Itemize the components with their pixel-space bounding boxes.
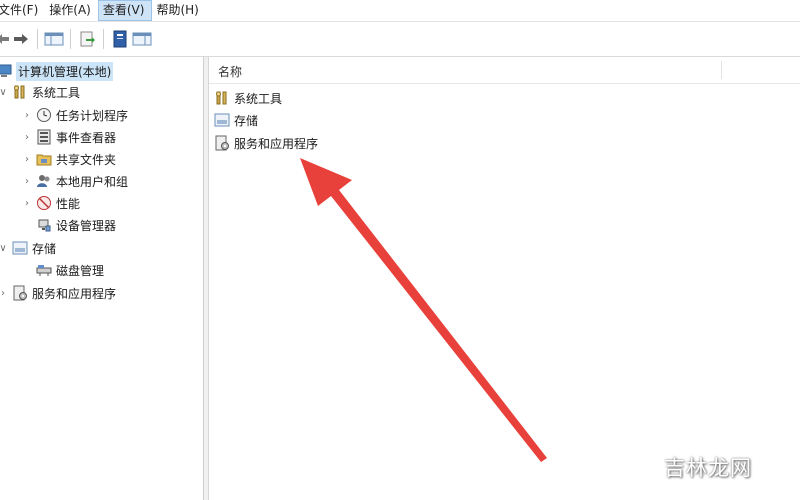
- toolbar: [0, 22, 800, 57]
- tools-icon: [12, 84, 28, 100]
- tree-item-label: 共享文件夹: [56, 152, 117, 167]
- tree-item-system-tools[interactable]: ∨ 系统工具: [0, 82, 80, 102]
- list-item-label: 服务和应用程序: [234, 136, 319, 151]
- tree-item-label: 任务计划程序: [56, 108, 129, 123]
- details-pane: 名称 系统工具 存储 服务和应用程序: [209, 57, 800, 500]
- users-icon: [36, 173, 52, 189]
- toolbar-separator: [37, 29, 38, 49]
- chevron-right-icon[interactable]: ›: [0, 288, 8, 299]
- tree-item-label: 计算机管理(本地): [16, 61, 114, 81]
- shared-folder-icon: [36, 151, 52, 167]
- storage-icon: [12, 240, 28, 256]
- tree-item-label: 性能: [56, 196, 81, 211]
- performance-icon: [36, 195, 52, 211]
- help-icon[interactable]: [109, 28, 131, 50]
- tree-item-disk-management[interactable]: 磁盘管理: [36, 260, 104, 280]
- storage-icon: [214, 112, 230, 128]
- event-log-icon: [36, 129, 52, 145]
- show-hide-action-pane-icon[interactable]: [131, 28, 153, 50]
- menu-action[interactable]: 操作(A): [45, 0, 98, 21]
- list-item-label: 系统工具: [234, 91, 283, 106]
- list-item-services-applications[interactable]: 服务和应用程序: [214, 133, 318, 153]
- chevron-down-icon[interactable]: ∨: [0, 87, 8, 98]
- column-header: 名称: [209, 57, 800, 84]
- tree-item-services-applications[interactable]: › 服务和应用程序: [0, 283, 116, 303]
- list-item-system-tools[interactable]: 系统工具: [214, 88, 282, 108]
- tree-item-shared-folders[interactable]: › 共享文件夹: [22, 149, 116, 169]
- menu-file[interactable]: 文件(F): [0, 0, 45, 21]
- disk-management-icon: [36, 262, 52, 278]
- console-tree: 计算机管理(本地) ∨ 系统工具 › 任务计划程序 › 事件查看器 › 共享文件…: [0, 57, 204, 500]
- menu-view[interactable]: 查看(V): [97, 0, 153, 21]
- tree-item-device-manager[interactable]: 设备管理器: [22, 215, 116, 235]
- menu-bar: 文件(F) 操作(A) 查看(V) 帮助(H): [0, 0, 800, 22]
- watermark: 吉林龙网: [664, 456, 752, 480]
- tree-item-local-users-groups[interactable]: › 本地用户和组: [22, 171, 128, 191]
- chevron-right-icon[interactable]: ›: [22, 198, 32, 209]
- tree-item-label: 服务和应用程序: [32, 286, 117, 301]
- menu-help[interactable]: 帮助(H): [152, 0, 205, 21]
- tools-icon: [214, 90, 230, 106]
- column-name-header[interactable]: 名称: [218, 63, 242, 80]
- computer-icon: [0, 63, 12, 79]
- tree-item-computer-management[interactable]: 计算机管理(本地): [0, 61, 114, 81]
- device-manager-icon: [36, 217, 52, 233]
- tree-item-label: 存储: [32, 241, 57, 256]
- tree-item-label: 本地用户和组: [56, 174, 129, 189]
- services-icon: [214, 135, 230, 151]
- services-icon: [12, 285, 28, 301]
- show-hide-console-tree-icon[interactable]: [43, 28, 65, 50]
- tree-item-label: 系统工具: [32, 85, 81, 100]
- chevron-right-icon[interactable]: ›: [22, 132, 32, 143]
- list-item-label: 存储: [234, 113, 259, 128]
- back-arrow-icon[interactable]: [0, 28, 10, 50]
- list-item-storage[interactable]: 存储: [214, 110, 258, 130]
- tree-item-label: 设备管理器: [56, 218, 117, 233]
- toolbar-separator: [103, 29, 104, 49]
- column-separator[interactable]: [721, 61, 722, 79]
- tree-item-task-scheduler[interactable]: › 任务计划程序: [22, 105, 128, 125]
- chevron-down-icon[interactable]: ∨: [0, 243, 8, 254]
- tree-item-label: 磁盘管理: [56, 263, 105, 278]
- tree-item-performance[interactable]: › 性能: [22, 193, 80, 213]
- export-list-icon[interactable]: [76, 28, 98, 50]
- tree-item-storage[interactable]: ∨ 存储: [0, 238, 56, 258]
- tree-item-event-viewer[interactable]: › 事件查看器: [22, 127, 116, 147]
- clock-icon: [36, 107, 52, 123]
- chevron-right-icon[interactable]: ›: [22, 110, 32, 121]
- chevron-right-icon[interactable]: ›: [22, 176, 32, 187]
- forward-arrow-icon[interactable]: [10, 28, 32, 50]
- toolbar-separator: [70, 29, 71, 49]
- chevron-right-icon[interactable]: ›: [22, 154, 32, 165]
- tree-item-label: 事件查看器: [56, 130, 117, 145]
